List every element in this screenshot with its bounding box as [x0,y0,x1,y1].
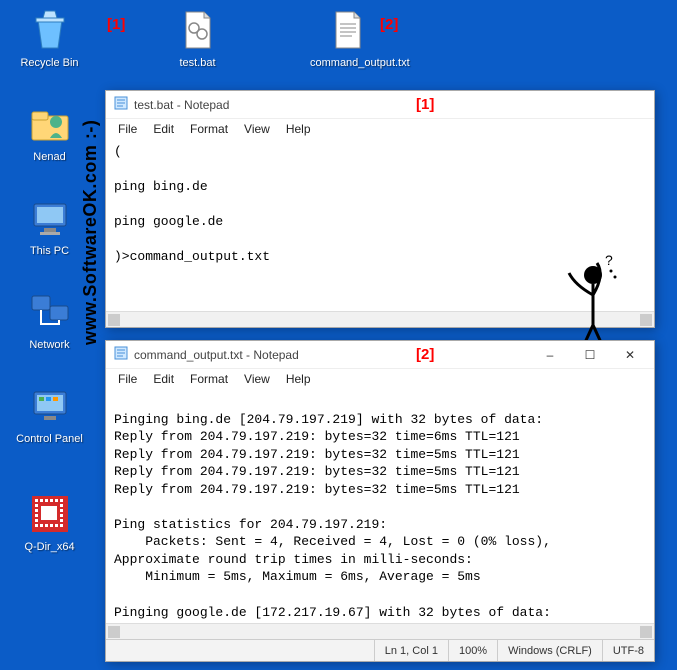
menu-view[interactable]: View [236,120,278,138]
desktop-icon-control-panel[interactable]: Control Panel [12,382,87,446]
minimize-button[interactable]: – [530,343,570,367]
desktop-icon-label: command_output.txt [310,57,385,70]
marker-win2: [2] [416,346,434,363]
svg-text:?: ? [605,255,613,268]
menu-help[interactable]: Help [278,120,319,138]
txt-file-icon [324,6,372,54]
menu-edit[interactable]: Edit [145,370,182,388]
desktop-icon-label: Network [12,339,87,352]
desktop-icon-label: Q-Dir_x64 [12,541,87,554]
status-zoom: 100% [448,640,497,661]
desktop-icon-label: Recycle Bin [12,57,87,70]
menu-file[interactable]: File [110,370,145,388]
menu-help[interactable]: Help [278,370,319,388]
qdir-icon [26,490,74,538]
desktop-icon-label: Control Panel [12,433,87,446]
recycle-bin-icon [26,6,74,54]
watermark-left: www.SoftwareOK.com :-) [80,120,101,345]
status-position: Ln 1, Col 1 [374,640,448,661]
bat-file-icon [174,6,222,54]
titlebar[interactable]: command_output.txt - Notepad – ☐ ✕ [106,341,654,369]
close-button[interactable]: ✕ [610,343,650,367]
desktop-icon-label: test.bat [160,57,235,70]
horizontal-scrollbar[interactable] [106,623,654,639]
status-spacer [106,640,374,661]
desktop-icon-qdir[interactable]: Q-Dir_x64 [12,490,87,554]
control-panel-icon [26,382,74,430]
desktop-icon-recycle-bin[interactable]: Recycle Bin [12,6,87,70]
titlebar[interactable]: test.bat - Notepad [106,91,654,119]
window-title: command_output.txt - Notepad [134,348,530,362]
desktop-icon-test-bat[interactable]: test.bat [160,6,235,70]
menu-file[interactable]: File [110,120,145,138]
desktop-icon-label: This PC [12,245,87,258]
marker-2: [2] [380,16,398,33]
menu-format[interactable]: Format [182,120,236,138]
desktop-icon-user[interactable]: Nenad [12,100,87,164]
menu-format[interactable]: Format [182,370,236,388]
marker-win1: [1] [416,96,434,113]
maximize-button[interactable]: ☐ [570,343,610,367]
status-eol: Windows (CRLF) [497,640,602,661]
menubar: File Edit Format View Help [106,119,654,139]
window-controls: – ☐ ✕ [530,343,650,367]
notepad-icon [114,346,128,363]
user-folder-icon [26,100,74,148]
marker-1: [1] [107,16,125,33]
desktop-icon-label: Nenad [12,151,87,164]
statusbar: Ln 1, Col 1 100% Windows (CRLF) UTF-8 [106,639,654,661]
window-title: test.bat - Notepad [134,98,650,112]
desktop-icon-command-output[interactable]: command_output.txt [310,6,385,70]
menu-view[interactable]: View [236,370,278,388]
notepad-window-2: command_output.txt - Notepad – ☐ ✕ [2] F… [105,340,655,662]
desktop-icon-network[interactable]: Network [12,288,87,352]
notepad-icon [114,96,128,113]
menubar: File Edit Format View Help [106,369,654,389]
desktop-icon-this-pc[interactable]: This PC [12,194,87,258]
editor-content[interactable]: Pinging bing.de [204.79.197.219] with 32… [106,389,654,623]
menu-edit[interactable]: Edit [145,120,182,138]
status-encoding: UTF-8 [602,640,654,661]
network-icon [26,288,74,336]
computer-icon [26,194,74,242]
